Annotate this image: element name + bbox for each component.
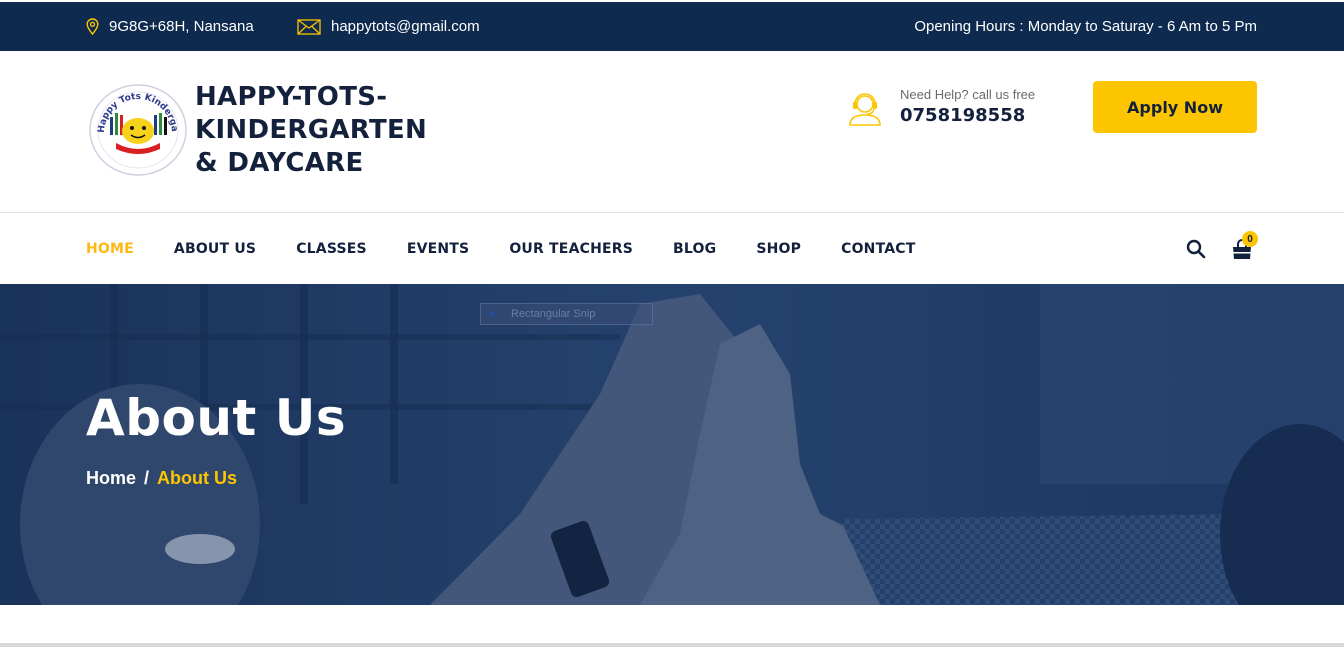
help-contact: Need Help? call us free 0758198558: [846, 86, 1035, 130]
location-text: 9G8G+68H, Nansana: [109, 18, 254, 35]
nav-item-home[interactable]: HOME: [86, 241, 134, 257]
nav-menu: HOME ABOUT US CLASSES EVENTS OUR TEACHER…: [86, 213, 956, 284]
apply-now-button[interactable]: Apply Now: [1093, 81, 1257, 133]
nav-item-shop[interactable]: SHOP: [756, 241, 801, 257]
snipping-tool-toolbar[interactable]: Rectangular Snip: [480, 303, 653, 325]
site-header: Happy Tots Kindergarten HAPPY-TOTS- KIND…: [0, 51, 1344, 213]
breadcrumb-home-link[interactable]: Home: [86, 468, 136, 489]
location-info: 9G8G+68H, Nansana: [86, 2, 254, 51]
nav-item-events[interactable]: EVENTS: [407, 241, 470, 257]
opening-hours: Opening Hours : Monday to Saturay - 6 Am…: [914, 18, 1257, 35]
breadcrumb-separator: /: [144, 468, 150, 488]
snip-mode-icon: [489, 311, 495, 317]
cart-count-badge: 0: [1242, 231, 1258, 247]
help-label: Need Help? call us free: [900, 87, 1036, 102]
search-icon[interactable]: [1186, 239, 1206, 259]
next-section-edge: [0, 643, 1344, 647]
brand-line-3: & DAYCARE: [195, 148, 364, 178]
snip-mode-label: Rectangular Snip: [511, 308, 596, 320]
breadcrumb: Home / About Us: [86, 468, 237, 489]
nav-item-our-teachers[interactable]: OUR TEACHERS: [509, 241, 633, 257]
nav-item-contact[interactable]: CONTACT: [841, 241, 915, 257]
kindergarten-logo[interactable]: Happy Tots Kindergarten: [85, 76, 188, 177]
main-navigation: HOME ABOUT US CLASSES EVENTS OUR TEACHER…: [0, 213, 1344, 284]
headset-support-icon: [849, 93, 881, 126]
nav-item-blog[interactable]: BLOG: [673, 241, 716, 257]
nav-item-classes[interactable]: CLASSES: [296, 241, 367, 257]
brand-line-1: HAPPY-TOTS-: [195, 82, 388, 112]
breadcrumb-current: About Us: [157, 468, 238, 488]
brand-name[interactable]: HAPPY-TOTS- KINDERGARTEN & DAYCARE: [195, 81, 455, 180]
nav-item-about-us[interactable]: ABOUT US: [174, 241, 256, 257]
email-info[interactable]: happytots@gmail.com: [297, 2, 480, 51]
brand-line-2: KINDERGARTEN: [195, 115, 428, 145]
email-link[interactable]: happytots@gmail.com: [331, 18, 480, 35]
page-hero-banner: Rectangular Snip About Us Home / About U…: [0, 284, 1344, 605]
map-pin-icon: [86, 18, 99, 35]
page-title: About Us: [86, 389, 347, 447]
top-info-bar: 9G8G+68H, Nansana happytots@gmail.com Op…: [0, 2, 1344, 51]
help-phone-number[interactable]: 0758198558: [900, 103, 1035, 129]
envelope-icon: [297, 18, 321, 35]
